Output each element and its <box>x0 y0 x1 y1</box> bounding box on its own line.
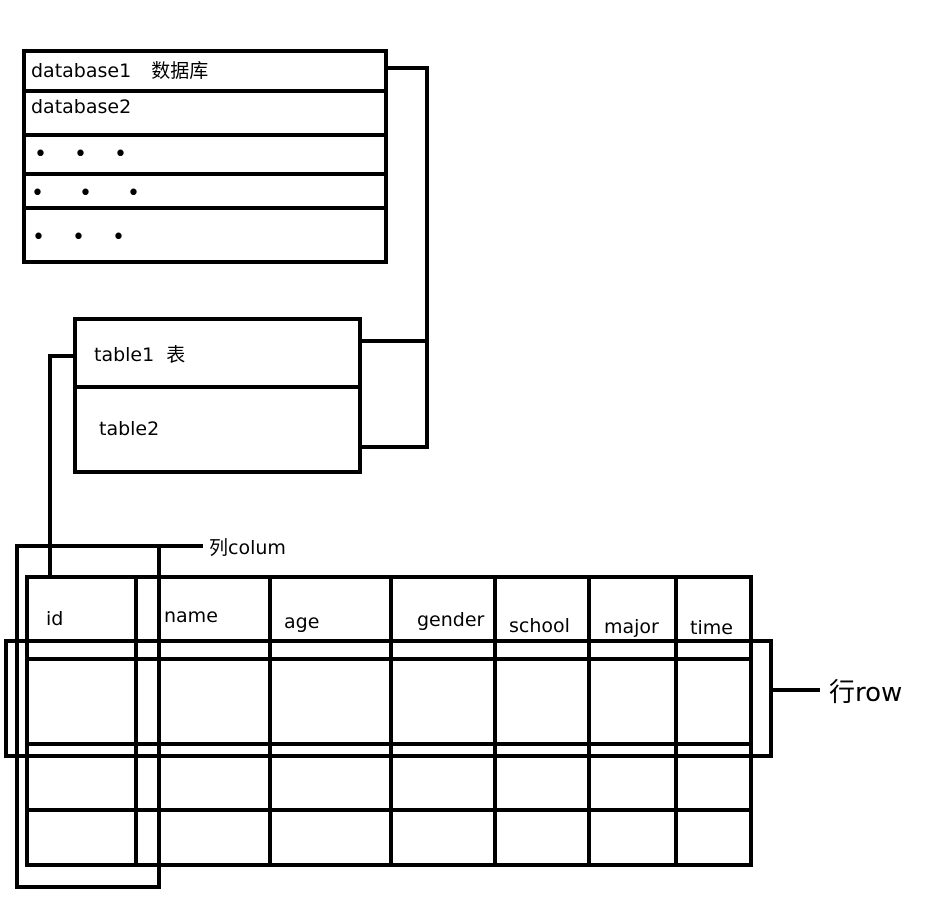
header-cell: age <box>284 611 320 633</box>
row-label: 行row <box>829 678 903 708</box>
ellipsis-row: • • • <box>34 142 137 167</box>
table-stack-box <box>73 317 362 474</box>
ellipsis-row: • • • <box>32 225 135 250</box>
ellipsis-row: • • • <box>31 181 154 206</box>
header-cell: school <box>509 615 570 637</box>
database1-name: database1 <box>31 60 132 82</box>
table1-note: 表 <box>166 344 186 366</box>
table2-label: table2 <box>99 418 160 440</box>
table1-label: table1 表 <box>94 346 185 365</box>
header-cell: name <box>164 605 218 627</box>
header-cell: time <box>690 617 733 639</box>
table1-name: table1 <box>94 344 155 366</box>
header-cell: id <box>46 608 64 630</box>
database1-note: 数据库 <box>151 60 209 82</box>
column-label: 列colum <box>209 537 286 559</box>
diagram-lines <box>4 49 820 889</box>
header-cell: gender <box>417 609 485 631</box>
database2-label: database2 <box>31 96 132 118</box>
db-to-table-connector <box>362 66 429 449</box>
header-cell: major <box>604 616 659 638</box>
database1-label: database1 数据库 <box>31 62 208 81</box>
